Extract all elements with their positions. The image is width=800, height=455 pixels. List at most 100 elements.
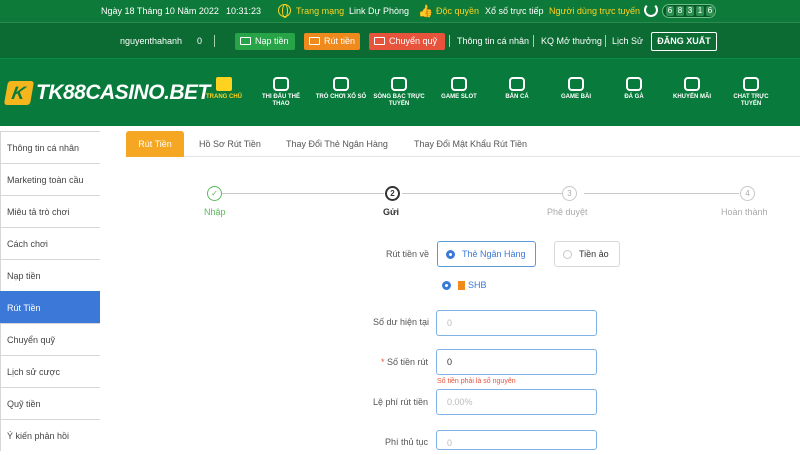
nav-label: BẮN CÁ bbox=[505, 94, 529, 100]
casino-chip-icon bbox=[391, 77, 407, 91]
bank-radio-selected-icon[interactable] bbox=[442, 281, 451, 290]
nav-label: SÒNG BẠC TRỰC TUYẾN bbox=[373, 94, 425, 107]
step-2-label: Gửi bbox=[383, 207, 400, 217]
thumbs-up-icon: 👍 bbox=[418, 4, 433, 18]
nav-fishing[interactable]: BẮN CÁ bbox=[489, 73, 545, 121]
counter-digit: 6 bbox=[706, 6, 714, 16]
lottery-live-link[interactable]: Xổ số trực tiếp bbox=[485, 0, 544, 22]
nav-promotions[interactable]: KHUYẾN MÃI bbox=[664, 73, 720, 121]
nav-label: KHUYẾN MÃI bbox=[672, 94, 711, 100]
sidebar-item-transfer[interactable]: Chuyển quỹ bbox=[0, 323, 100, 355]
lottery-balls-icon bbox=[333, 77, 349, 91]
amount-input[interactable]: 0 bbox=[436, 349, 597, 375]
tab-change-withdraw-password[interactable]: Thay Đổi Mật Khẩu Rút Tiền bbox=[414, 131, 527, 157]
step-3-label: Phê duyệt bbox=[547, 207, 588, 217]
tab-withdraw[interactable]: Rút Tiền bbox=[126, 131, 184, 157]
option-bank-card-label: Thẻ Ngân Hàng bbox=[462, 249, 526, 259]
sidebar-item-withdraw[interactable]: Rút Tiền bbox=[0, 291, 100, 323]
gift-icon bbox=[684, 77, 700, 91]
slot-machine-icon bbox=[451, 77, 467, 91]
counter-digit: 3 bbox=[686, 6, 694, 16]
step-4-label: Hoàn thành bbox=[721, 207, 768, 217]
step-4-circle: 4 bbox=[740, 186, 755, 201]
nav-live-casino[interactable]: SÒNG BẠC TRỰC TUYẾN bbox=[371, 73, 427, 121]
user-bar: nguyenthahanh 0 Nạp tiền Rút tiền Chuyển… bbox=[0, 22, 800, 58]
current-balance-label: Số dư hiện tại bbox=[373, 317, 430, 327]
exclusive-link[interactable]: Độc quyền bbox=[436, 0, 479, 22]
step-connector bbox=[207, 193, 384, 194]
step-2-circle: 2 bbox=[385, 186, 400, 201]
procedure-fee-input[interactable]: 0 bbox=[436, 430, 597, 450]
logout-button[interactable]: ĐĂNG XUẤT bbox=[651, 32, 717, 51]
network-link[interactable]: Trang mạng bbox=[296, 0, 344, 22]
step-1-label: Nhập bbox=[204, 207, 226, 217]
nav-home[interactable]: TRANG CHỦ bbox=[196, 73, 252, 121]
withdraw-fee-input[interactable]: 0.00% bbox=[436, 389, 597, 415]
tab-withdraw-records[interactable]: Hồ Sơ Rút Tiền bbox=[199, 131, 261, 157]
headset-icon bbox=[743, 77, 759, 91]
sidebar-item-deposit[interactable]: Nạp tiền bbox=[0, 259, 100, 291]
history-link[interactable]: Lịch Sử bbox=[612, 23, 643, 59]
nav-sports[interactable]: THI ĐẤU THỂ THAO bbox=[253, 73, 309, 121]
fish-icon bbox=[509, 77, 525, 91]
nav-cockfight[interactable]: ĐÁ GÀ bbox=[606, 73, 662, 121]
card-icon bbox=[240, 37, 251, 45]
divider bbox=[449, 35, 450, 47]
step-connector bbox=[584, 193, 739, 194]
nav-slot[interactable]: GAME SLOT bbox=[431, 73, 487, 121]
nav-label: TRANG CHỦ bbox=[206, 94, 242, 100]
step-connector bbox=[402, 193, 567, 194]
tab-change-bank-card[interactable]: Thay Đổi Thẻ Ngân Hàng bbox=[286, 131, 388, 157]
withdraw-button[interactable]: Rút tiền bbox=[304, 33, 360, 50]
shb-bank-logo-icon bbox=[458, 281, 465, 290]
divider bbox=[533, 35, 534, 47]
nav-label: GAME BÀI bbox=[561, 94, 591, 100]
logo-mark-icon bbox=[3, 81, 35, 105]
current-time: 10:31:23 bbox=[226, 6, 262, 16]
amount-label-text: Số tiền rút bbox=[387, 357, 429, 367]
radio-empty-icon bbox=[563, 250, 572, 259]
nav-lottery[interactable]: TRÒ CHƠI XỔ SỐ bbox=[313, 73, 369, 121]
current-balance-input[interactable]: 0 bbox=[436, 310, 597, 336]
transfer-label: Chuyển quỹ bbox=[389, 36, 438, 46]
home-icon bbox=[216, 77, 232, 91]
soccer-ball-icon bbox=[273, 77, 289, 91]
nav-live-chat[interactable]: CHAT TRỰC TUYẾN bbox=[723, 73, 779, 121]
option-virtual-label: Tiền ảo bbox=[579, 249, 609, 259]
rooster-icon bbox=[626, 77, 642, 91]
dice-icon bbox=[568, 77, 584, 91]
account-sidebar: Thông tin cá nhân Marketing toàn cầu Miê… bbox=[0, 131, 100, 451]
step-1-check-icon: ✓ bbox=[207, 186, 222, 201]
lottery-results-link[interactable]: KQ Mở thưởng bbox=[541, 23, 602, 59]
sidebar-item-marketing[interactable]: Marketing toàn cầu bbox=[0, 163, 100, 195]
main-nav: TK88CASINO.BET TRANG CHỦ THI ĐẤU THỂ THA… bbox=[0, 58, 800, 126]
nav-card-games[interactable]: GAME BÀI bbox=[548, 73, 604, 121]
option-bank-card[interactable]: Thẻ Ngân Hàng bbox=[437, 241, 536, 267]
counter-digit: 6 bbox=[666, 6, 674, 16]
counter-digit: 1 bbox=[696, 6, 704, 16]
sidebar-item-how-to-play[interactable]: Cách chơi bbox=[0, 227, 100, 259]
option-virtual-currency[interactable]: Tiền ảo bbox=[554, 241, 620, 267]
sidebar-item-bet-history[interactable]: Lịch sử cược bbox=[0, 355, 100, 387]
backup-link[interactable]: Link Dự Phòng bbox=[349, 0, 409, 22]
globe-icon bbox=[278, 4, 291, 18]
sidebar-item-game-description[interactable]: Miêu tả trò chơi bbox=[0, 195, 100, 227]
sidebar-item-funds[interactable]: Quỹ tiền bbox=[0, 387, 100, 419]
nav-label: GAME SLOT bbox=[441, 94, 477, 100]
refresh-icon[interactable] bbox=[644, 3, 658, 17]
top-info-bar: Ngày 18 Tháng 10 Năm 2022 10:31:23 Trang… bbox=[0, 0, 800, 22]
amount-label: * Số tiền rút bbox=[381, 357, 428, 367]
progress-steps: ✓ 2 3 4 Nhập Gửi Phê duyệt Hoàn thành bbox=[190, 186, 790, 222]
account-balance: 0 bbox=[197, 36, 203, 46]
username: nguyenthahanh bbox=[120, 36, 183, 46]
sidebar-item-personal-info[interactable]: Thông tin cá nhân bbox=[0, 131, 100, 163]
personal-info-link[interactable]: Thông tin cá nhân bbox=[457, 23, 529, 59]
sidebar-item-feedback[interactable]: Ý kiến phản hồi bbox=[0, 419, 100, 451]
transfer-button[interactable]: Chuyển quỹ bbox=[369, 33, 445, 50]
logo-text: TK88CASINO.BET bbox=[36, 81, 210, 104]
deposit-button[interactable]: Nạp tiền bbox=[235, 33, 295, 50]
radio-selected-icon bbox=[446, 250, 455, 259]
current-date: Ngày 18 Tháng 10 Năm 2022 bbox=[101, 6, 219, 16]
step-3-circle: 3 bbox=[562, 186, 577, 201]
deposit-label: Nạp tiền bbox=[255, 36, 289, 46]
